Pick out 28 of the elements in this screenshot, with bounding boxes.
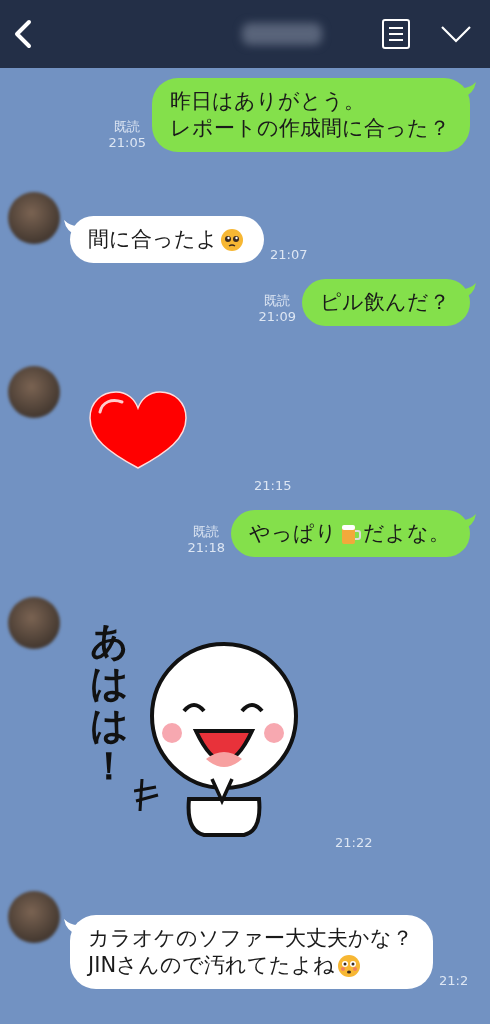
avatar[interactable] bbox=[8, 597, 60, 649]
chevron-down-icon[interactable] bbox=[440, 25, 472, 43]
avatar[interactable] bbox=[8, 366, 60, 418]
read-receipt: 既読 bbox=[264, 293, 291, 309]
timestamp: 21:05 bbox=[108, 135, 146, 151]
flushed-face-icon bbox=[337, 953, 362, 978]
read-receipt: 既読 bbox=[114, 119, 141, 135]
timestamp: 21:18 bbox=[187, 540, 225, 556]
message-bubble: ピル飲んだ？ bbox=[302, 279, 470, 326]
message-bubble: 昨日はありがとう。 レポートの作成間に合った？ bbox=[152, 78, 470, 152]
timestamp: 21:15 bbox=[254, 478, 292, 494]
sticker-caption: あはは！ bbox=[90, 621, 128, 789]
bubble-tail bbox=[462, 283, 476, 299]
avatar[interactable] bbox=[8, 891, 60, 943]
bubble-tail bbox=[462, 82, 476, 98]
message-bubble: カラオケのソファー大丈夫かな？ JINさんので汚れてたよね bbox=[70, 915, 433, 989]
timestamp: 21:07 bbox=[270, 247, 308, 263]
timestamp: 21:22 bbox=[335, 835, 373, 851]
avatar[interactable] bbox=[8, 192, 60, 244]
pleading-face-icon bbox=[220, 227, 244, 252]
menu-icon[interactable] bbox=[382, 19, 410, 49]
message-bubble: やっぱり だよな。 bbox=[231, 510, 470, 557]
read-receipt: 既読 bbox=[193, 524, 220, 540]
timestamp: 21:09 bbox=[258, 309, 296, 325]
bubble-tail bbox=[462, 514, 476, 530]
back-icon[interactable] bbox=[12, 19, 32, 49]
message-bubble: 間に合ったよ bbox=[70, 216, 264, 263]
timestamp: 21:2 bbox=[439, 973, 469, 989]
